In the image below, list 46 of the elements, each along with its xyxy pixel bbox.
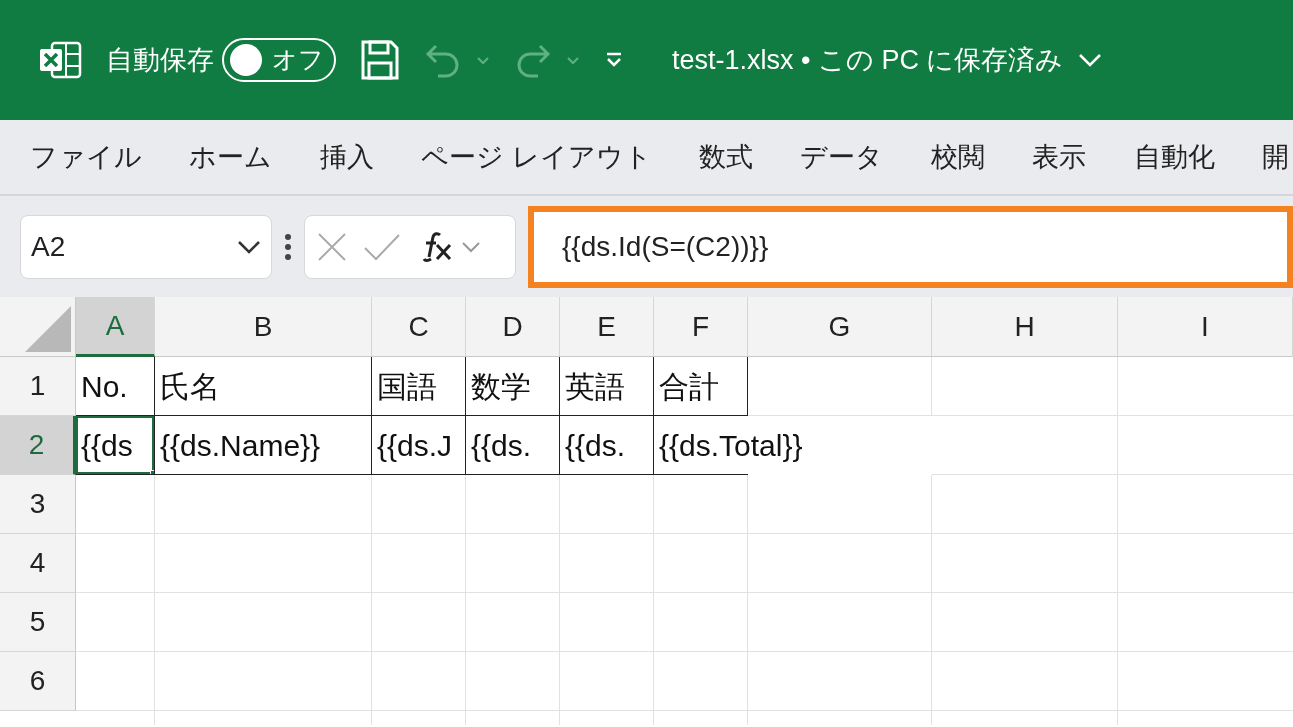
- column-header[interactable]: A: [76, 297, 155, 357]
- more-options-icon[interactable]: [284, 233, 292, 260]
- formula-field[interactable]: {{ds.Id(S=(C2))}}: [528, 205, 1293, 288]
- table-cell[interactable]: {{ds.J: [372, 416, 466, 475]
- row-header[interactable]: 1: [0, 357, 76, 416]
- save-icon[interactable]: [360, 39, 400, 81]
- ribbon-tab[interactable]: データ: [800, 136, 884, 178]
- row-header[interactable]: 3: [0, 475, 76, 534]
- ribbon-tab[interactable]: ファイル: [30, 136, 142, 178]
- column-header[interactable]: E: [560, 297, 654, 357]
- ribbon-tab[interactable]: 数式: [699, 136, 753, 178]
- name-box[interactable]: A2: [20, 214, 272, 279]
- ribbon-tab[interactable]: 開: [1261, 136, 1289, 178]
- ribbon-tab[interactable]: 表示: [1032, 136, 1087, 178]
- table-cell[interactable]: {{ds: [76, 416, 155, 475]
- column-header[interactable]: H: [932, 297, 1118, 357]
- table-cell[interactable]: 国語: [372, 357, 466, 416]
- ribbon-tab[interactable]: ページ レイアウト: [421, 136, 652, 178]
- column-header[interactable]: C: [372, 297, 466, 357]
- select-all-icon: [25, 306, 71, 352]
- row-header[interactable]: 6: [0, 652, 76, 711]
- ribbon-tab[interactable]: 自動化: [1133, 136, 1215, 178]
- table-cell[interactable]: {{ds.: [466, 416, 560, 475]
- column-header[interactable]: I: [1118, 297, 1293, 357]
- table-cell[interactable]: {{ds.Name}}: [155, 416, 372, 475]
- autosave-label: 自動保存: [106, 43, 214, 77]
- table-cell[interactable]: 英語: [560, 357, 654, 416]
- row-header[interactable]: 4: [0, 534, 76, 593]
- table-cell[interactable]: No.: [76, 357, 155, 416]
- ribbon-tab[interactable]: 校閲: [930, 136, 985, 178]
- ribbon-tab[interactable]: 挿入: [319, 136, 374, 178]
- table-cell[interactable]: 数学: [466, 357, 560, 416]
- table-cell[interactable]: 氏名: [155, 357, 372, 416]
- column-header[interactable]: G: [748, 297, 932, 357]
- autosave-toggle[interactable]: オフ: [222, 38, 336, 82]
- document-title[interactable]: test-1.xlsx • この PC に保存済み: [672, 39, 1102, 81]
- name-box-value: A2: [31, 229, 66, 264]
- column-header[interactable]: F: [654, 297, 748, 357]
- ribbon-tab[interactable]: ホーム: [189, 136, 273, 178]
- chevron-down-icon[interactable]: [237, 239, 261, 254]
- row-header[interactable]: 2: [0, 416, 76, 475]
- excel-logo-icon[interactable]: [38, 40, 82, 80]
- column-header[interactable]: B: [155, 297, 372, 357]
- table-cell[interactable]: {{ds.Total}}: [654, 416, 932, 475]
- row-header[interactable]: 5: [0, 593, 76, 652]
- column-header[interactable]: D: [466, 297, 560, 357]
